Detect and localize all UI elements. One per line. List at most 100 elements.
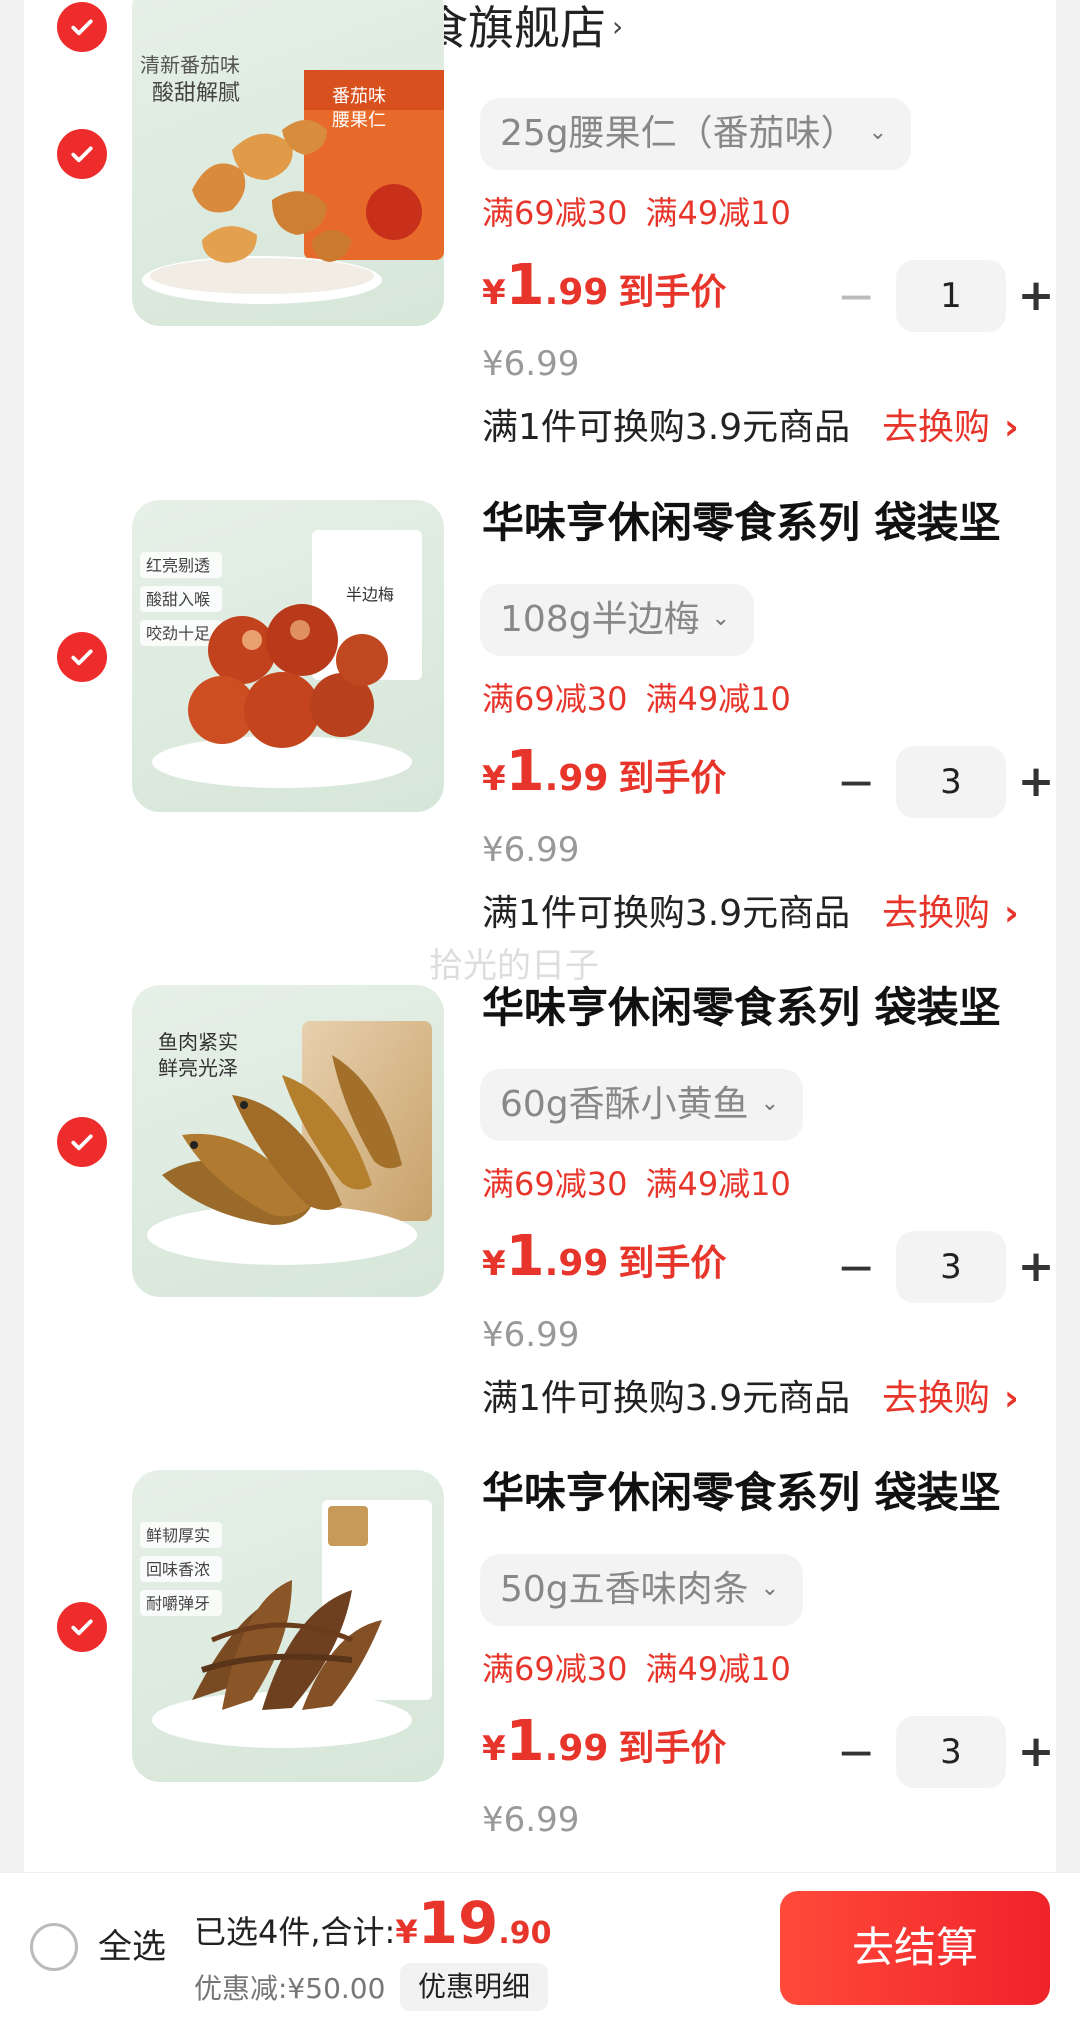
select-all-label[interactable]: 全选	[98, 1925, 166, 1969]
exchange-link-text: 去换购	[882, 893, 991, 934]
price-currency: ¥	[482, 759, 506, 799]
chevron-right-icon: ›	[1004, 1378, 1019, 1419]
discount-detail-button[interactable]: 优惠明细	[400, 1963, 549, 2011]
price-currency: ¥	[482, 273, 506, 313]
product-image[interactable]: 鱼肉紧实 鲜亮光泽	[132, 985, 444, 1297]
original-price: ¥6.99	[482, 830, 580, 870]
product-image[interactable]: 半边梅 红亮剔透 酸甜入喉 咬劲十足	[132, 500, 444, 812]
product-image[interactable]: 鲜韧厚实 回味香浓 耐嚼弹牙	[132, 1470, 444, 1782]
increase-button[interactable]: +	[1014, 1231, 1058, 1303]
promo-tag: 满69减30	[482, 680, 628, 718]
thumb-label: 番茄味	[332, 86, 386, 106]
chevron-down-icon: ⌄	[868, 120, 888, 145]
promo-tag: 满49减10	[645, 1650, 791, 1688]
selected-count-text: 已选4件,合计:	[194, 1913, 396, 1951]
chevron-down-icon: ⌄	[711, 606, 731, 631]
check-icon	[71, 1134, 93, 1151]
select-all-checkbox[interactable]	[30, 1923, 78, 1971]
original-price: ¥6.99	[482, 1800, 580, 1840]
sku-text: 108g半边梅	[500, 599, 700, 640]
quantity-field[interactable]: 3	[896, 1716, 1006, 1788]
item-title[interactable]: 华味亨休闲零食系列 袋装坚	[482, 983, 1001, 1033]
thumb-label: 清新番茄味	[140, 54, 240, 77]
sku-selector[interactable]: 25g腰果仁（番茄味） ⌄	[480, 98, 912, 170]
exchange-offer: 满1件可换购3.9元商品	[482, 893, 851, 934]
thumb-label: 鱼肉紧实	[158, 1031, 238, 1054]
price-decimal: .99	[544, 1728, 609, 1769]
thumb-label: 咬劲十足	[146, 625, 210, 643]
sku-selector[interactable]: 108g半边梅 ⌄	[480, 584, 755, 656]
thumb-label: 酸甜解腻	[152, 80, 240, 105]
cashew-image: 番茄味 腰果仁 清新番茄味 酸甜解腻	[140, 54, 444, 304]
price-label: 到手价	[618, 1728, 727, 1769]
chevron-right-icon: ›	[1004, 407, 1019, 448]
item-checkbox[interactable]	[57, 129, 107, 179]
total-currency: ¥	[395, 1913, 418, 1951]
chevron-down-icon: ⌄	[760, 1576, 780, 1601]
promo-tag: 满69减30	[482, 1650, 628, 1688]
thumb-label: 耐嚼弹牙	[146, 1595, 210, 1613]
shop-card: 华味亨休闲零食旗舰店› 番茄味 腰果仁 清新番茄味 酸甜解腻	[24, 0, 1056, 1880]
item-checkbox[interactable]	[57, 1602, 107, 1652]
cart-item: 半边梅 红亮剔透 酸甜入喉 咬劲十足 华味亨休闲零食系列 袋装坚 108g半边梅…	[24, 498, 1058, 984]
sku-text: 25g腰果仁（番茄味）	[500, 113, 857, 154]
exchange-link[interactable]: 去换购 ›	[882, 1377, 1019, 1421]
exchange-offer: 满1件可换购3.9元商品	[482, 1378, 851, 1419]
thumb-label: 回味香浓	[146, 1561, 210, 1579]
item-title[interactable]: 华味亨休闲零食系列 袋装坚	[482, 1468, 1001, 1518]
item-checkbox[interactable]	[57, 1117, 107, 1167]
decrease-button[interactable]: −	[834, 1231, 878, 1303]
quantity-field[interactable]: 3	[896, 746, 1006, 818]
sku-text: 60g香酥小黄鱼	[500, 1084, 749, 1125]
increase-button[interactable]: +	[1014, 260, 1058, 332]
promo-tag: 满69减30	[482, 194, 628, 232]
price-label: 到手价	[618, 1243, 727, 1284]
item-price: ¥1.99 到手价	[482, 256, 726, 329]
price-decimal: .99	[544, 1243, 609, 1284]
thumb-label: 腰果仁	[332, 110, 386, 130]
quantity-field[interactable]: 3	[896, 1231, 1006, 1303]
sku-selector[interactable]: 50g五香味肉条 ⌄	[480, 1554, 804, 1626]
chevron-down-icon: ⌄	[760, 1091, 780, 1116]
fish-image: 鱼肉紧实 鲜亮光泽	[147, 1021, 432, 1265]
increase-button[interactable]: +	[1014, 746, 1058, 818]
cart-item: 番茄味 腰果仁 清新番茄味 酸甜解腻 25g腰果仁（番茄味） ⌄ 满69减30 满4…	[24, 0, 1056, 464]
exchange-link-text: 去换购	[882, 1378, 991, 1419]
item-title[interactable]: 华味亨休闲零食系列 袋装坚	[482, 498, 1001, 548]
exchange-offer: 满1件可换购3.9元商品	[482, 407, 851, 448]
discount-text: 优惠减:¥50.00	[194, 1972, 386, 2005]
promo-tags: 满69减30 满49减10	[482, 1649, 809, 1689]
price-decimal: .99	[544, 272, 609, 313]
sku-selector[interactable]: 60g香酥小黄鱼 ⌄	[480, 1069, 804, 1141]
watermark: 拾光的日子	[429, 946, 599, 986]
promo-tag: 满49减10	[645, 680, 791, 718]
quantity-field[interactable]: 1	[896, 260, 1006, 332]
promo-tags: 满69减30 满49减10	[482, 679, 809, 719]
jerky-image: 鲜韧厚实 回味香浓 耐嚼弹牙	[140, 1500, 432, 1748]
exchange-link[interactable]: 去换购 ›	[882, 406, 1019, 450]
thumb-label: 酸甜入喉	[146, 591, 210, 609]
item-checkbox[interactable]	[57, 632, 107, 682]
check-icon	[71, 146, 93, 163]
chevron-right-icon: ›	[1004, 893, 1019, 934]
increase-button[interactable]: +	[1014, 1716, 1058, 1788]
total-integer: 19	[417, 1889, 499, 1957]
total-summary: 已选4件,合计:¥19.90	[194, 1891, 551, 1970]
decrease-button[interactable]: −	[834, 1716, 878, 1788]
item-price: ¥1.99 到手价	[482, 1712, 726, 1785]
checkout-button[interactable]: 去结算	[780, 1891, 1050, 2005]
item-price: ¥1.99 到手价	[482, 1227, 726, 1300]
product-image[interactable]: 番茄味 腰果仁 清新番茄味 酸甜解腻	[132, 0, 444, 326]
exchange-link[interactable]: 去换购 ›	[882, 892, 1019, 936]
price-label: 到手价	[618, 272, 727, 313]
promo-tags: 满69减30 满49减10	[482, 193, 809, 233]
exchange-link-text: 去换购	[882, 407, 991, 448]
thumb-label: 鲜亮光泽	[158, 1057, 238, 1080]
price-currency: ¥	[482, 1244, 506, 1284]
check-icon	[71, 649, 93, 666]
price-currency: ¥	[482, 1729, 506, 1769]
cart-item: 鱼肉紧实 鲜亮光泽 华味亨休闲零食系列 袋装坚 60g香酥小黄鱼 ⌄ 满69减30…	[24, 983, 1058, 1469]
decrease-button[interactable]: −	[834, 746, 878, 818]
decrease-button[interactable]: −	[834, 260, 878, 332]
price-integer: 1	[505, 1224, 545, 1289]
